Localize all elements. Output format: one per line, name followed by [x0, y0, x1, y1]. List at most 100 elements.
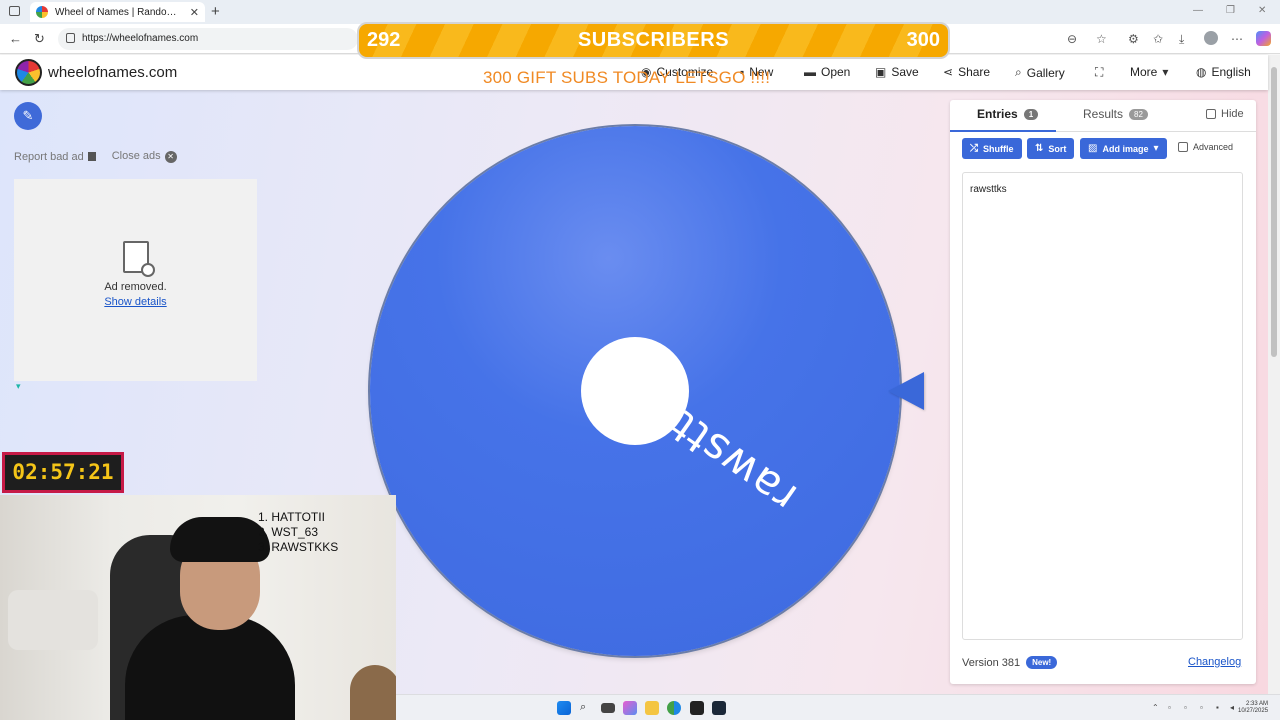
tray-chevron-icon[interactable]: ⌃	[1152, 703, 1159, 712]
winners-list: 1. HATTOTII 2. WST_63 3. RAWSTKKS	[258, 510, 338, 555]
sort-icon: ⇅	[1035, 143, 1044, 154]
more-button[interactable]: More ▾	[1130, 65, 1168, 79]
ad-removed-text: Ad removed.	[104, 281, 167, 293]
flag-icon	[87, 152, 96, 162]
favorite-star-icon[interactable]: ☆	[1096, 32, 1107, 46]
more-options-icon[interactable]: ⋯	[1231, 32, 1243, 46]
subscriber-goal-bar: 292 SUBSCRIBERS 300	[357, 22, 950, 59]
save-icon: ▣	[875, 65, 887, 79]
tab-entries[interactable]: Entries 1	[977, 107, 1039, 121]
network-icon[interactable]: ▪	[1216, 703, 1219, 712]
favorites-icon[interactable]: ✩	[1153, 32, 1163, 46]
open-button[interactable]: ▬ Open	[804, 65, 850, 79]
entries-textarea[interactable]: rawsttks	[962, 172, 1243, 640]
edit-pencil-button[interactable]: ✎	[14, 102, 42, 130]
hide-checkbox[interactable]	[1206, 109, 1216, 119]
minimize-icon[interactable]: —	[1193, 5, 1203, 16]
favicon-icon	[36, 6, 48, 18]
close-circle-icon: ✕	[164, 151, 177, 163]
sort-button[interactable]: ⇅ Sort	[1027, 138, 1075, 159]
new-tab-icon[interactable]: +	[211, 3, 220, 20]
panel-tabs: Entries 1 Results 82 Hide	[950, 100, 1256, 132]
back-icon[interactable]: ←	[9, 31, 22, 46]
subs-label: SUBSCRIBERS	[577, 29, 730, 51]
fullscreen-icon: ⛶	[1095, 65, 1104, 79]
start-icon[interactable]	[557, 701, 571, 715]
downloads-icon[interactable]: ⤓	[1179, 32, 1184, 47]
list-item: 3. RAWSTKKS	[258, 540, 339, 554]
reader-icon[interactable]: ⊖	[1067, 32, 1077, 46]
refresh-icon[interactable]: ↻	[34, 31, 45, 47]
brand-name[interactable]: wheelofnames.com	[48, 64, 177, 81]
fullscreen-button[interactable]: ⛶	[1095, 65, 1103, 80]
version-info: Version 381 New!	[962, 656, 1058, 669]
steam-icon[interactable]	[712, 701, 726, 715]
share-icon: ⋖	[943, 65, 954, 79]
wheel-logo-icon[interactable]	[15, 59, 42, 86]
changelog-link[interactable]: Changelog	[1188, 656, 1241, 668]
close-window-icon[interactable]: ✕	[1258, 5, 1266, 16]
browser-tab[interactable]: Wheel of Names | Random name ✕	[30, 2, 205, 22]
hide-toggle[interactable]: Hide	[1206, 108, 1244, 120]
task-view-icon[interactable]	[601, 703, 615, 713]
scrollbar-thumb[interactable]	[1271, 67, 1277, 357]
gallery-button[interactable]: ⌕ Gallery	[1015, 65, 1065, 80]
extensions-icon[interactable]: ⚙	[1128, 32, 1139, 46]
gift-subs-banner: 300 GIFT SUBS TODAY LETSGO !!!!	[483, 68, 771, 87]
ad-removed-icon	[122, 241, 155, 277]
copilot-taskbar-icon[interactable]	[623, 701, 637, 715]
tray-app-icon[interactable]: ▫	[1184, 703, 1187, 712]
windows-taskbar: ⌕ ⌃ ▫ ▫ ▫ ▪ ◂	[396, 694, 1280, 720]
entries-count-badge: 1	[1023, 108, 1039, 120]
tab-results[interactable]: Results 82	[1083, 107, 1148, 121]
taskbar-clock[interactable]: 2:33 AM 10/27/2025	[1238, 701, 1268, 715]
close-ads-link[interactable]: Close ads ✕	[112, 150, 177, 163]
file-explorer-icon[interactable]	[645, 701, 659, 715]
add-image-button[interactable]: ▨ Add image ▾	[1080, 138, 1167, 159]
tray-app-icon[interactable]: ▫	[1200, 703, 1203, 712]
save-button[interactable]: ▣ Save	[875, 65, 919, 79]
copilot-icon[interactable]	[1256, 31, 1271, 46]
version-text: Version 381	[962, 656, 1021, 669]
advanced-toggle[interactable]: Advanced	[1178, 142, 1233, 152]
folder-icon: ▬	[804, 65, 816, 79]
advanced-checkbox[interactable]	[1178, 142, 1188, 152]
report-ad-link[interactable]: Report bad ad	[14, 151, 96, 163]
url-input[interactable]: https://wheelofnames.com	[58, 28, 358, 50]
wheel[interactable]: rawsttks	[370, 126, 900, 656]
maximize-icon[interactable]: ❐	[1226, 5, 1235, 16]
subs-goal: 300	[906, 29, 940, 51]
share-button[interactable]: ⋖ Share	[943, 65, 990, 79]
profile-avatar[interactable]	[1204, 31, 1218, 45]
volume-icon[interactable]: ◂	[1230, 703, 1234, 712]
obs-icon[interactable]	[690, 701, 704, 715]
adchoices-icon[interactable]: ▾	[16, 381, 21, 392]
search-icon: ⌕	[1015, 65, 1022, 79]
shuffle-icon: ⤮	[970, 143, 978, 154]
tray-app-icon[interactable]: ▫	[1168, 703, 1171, 712]
tab-actions-icon[interactable]	[9, 6, 20, 16]
ad-placeholder: Ad removed. Show details	[14, 179, 257, 381]
active-tab-indicator	[950, 130, 1056, 132]
search-icon[interactable]: ⌕	[580, 701, 594, 715]
background-lamp	[350, 665, 396, 720]
show-details-link[interactable]: Show details	[14, 296, 257, 308]
close-tab-icon[interactable]: ✕	[190, 6, 199, 19]
shuffle-button[interactable]: ⤮ Shuffle	[962, 138, 1022, 159]
ad-links: Report bad ad Close ads ✕	[14, 150, 177, 163]
streamer-cap	[170, 517, 270, 562]
tab-title: Wheel of Names | Random name	[55, 6, 184, 18]
subs-current: 292	[367, 29, 401, 51]
new-badge[interactable]: New!	[1026, 656, 1058, 669]
streamer-body	[125, 615, 295, 720]
caret-down-icon: ▾	[1162, 65, 1169, 79]
image-icon: ▨	[1088, 143, 1098, 154]
page-scrollbar[interactable]	[1268, 55, 1280, 694]
entries-panel: Entries 1 Results 82 Hide ⤮ Shuffle ⇅ Sort…	[950, 100, 1256, 684]
language-button[interactable]: ◍ English	[1196, 65, 1251, 79]
stream-timer: 02:57:21	[2, 452, 124, 493]
edge-icon[interactable]	[667, 701, 681, 715]
clock-date: 10/27/2025	[1238, 708, 1269, 714]
wheel-center-hub[interactable]	[581, 337, 689, 445]
clock-time: 2:33 AM	[1246, 701, 1269, 707]
